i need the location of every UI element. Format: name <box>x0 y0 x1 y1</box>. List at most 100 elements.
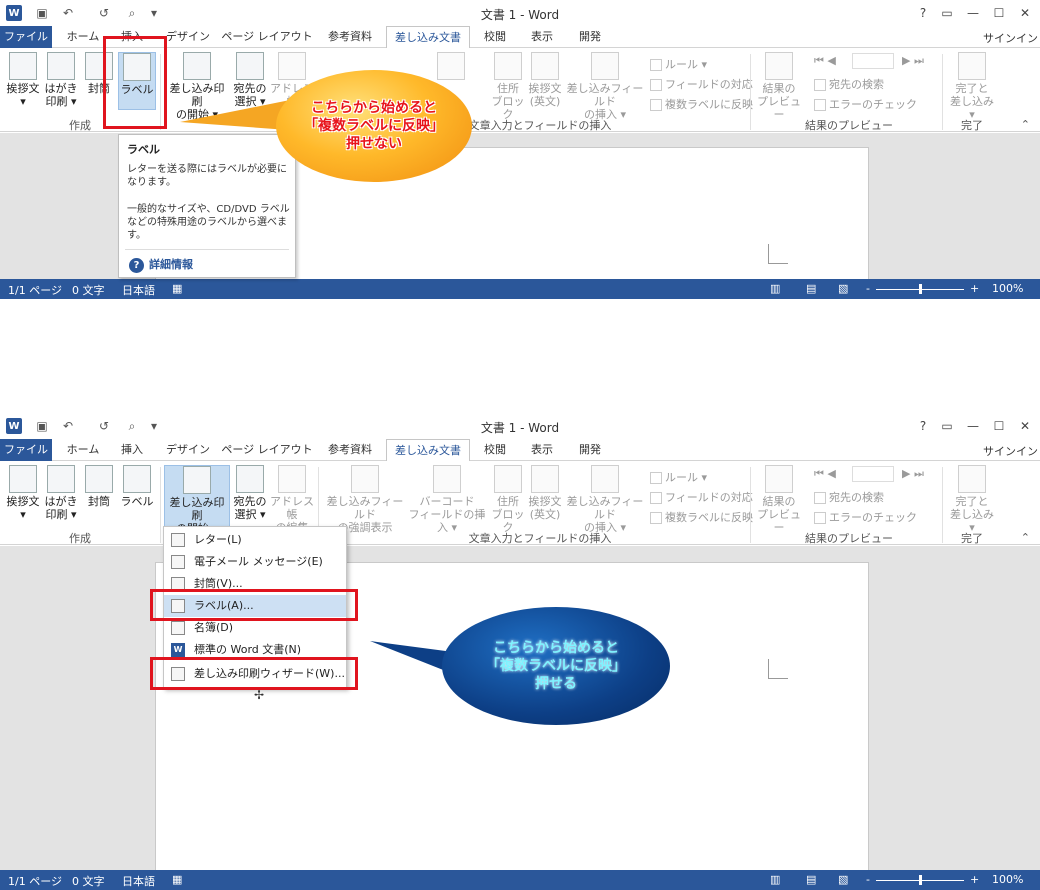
tab-view[interactable]: 表示 <box>520 26 564 48</box>
record-number-input[interactable] <box>852 53 894 69</box>
tab-references[interactable]: 参考資料 <box>318 26 382 48</box>
tab-home[interactable]: ホーム <box>58 26 108 48</box>
label-icon <box>123 465 151 493</box>
tab-design[interactable]: デザイン <box>160 26 216 48</box>
language[interactable]: 日本語 <box>122 282 155 298</box>
word-count[interactable]: 0 文字 <box>72 282 105 298</box>
maximize-button[interactable]: ☐ <box>988 4 1010 22</box>
macro-icon[interactable]: ▦ <box>172 282 182 295</box>
record-nav[interactable]: ⏮ ◀ <box>814 54 836 68</box>
language[interactable]: 日本語 <box>122 873 155 889</box>
record-nav[interactable]: ⏮ ◀ <box>814 467 836 481</box>
tab-review[interactable]: 校閲 <box>474 439 516 461</box>
record-nav-next[interactable]: ▶ ⏭ <box>902 467 924 481</box>
rules-button[interactable]: ルール ▾ <box>650 469 707 485</box>
collapse-ribbon-icon[interactable]: ⌃ <box>1021 531 1030 544</box>
greeting-button[interactable]: 挨拶文 ▾ <box>4 465 42 521</box>
match-fields-button[interactable]: フィールドの対応 <box>650 76 753 92</box>
zoom-level[interactable]: 100% <box>992 282 1023 295</box>
zoom-level[interactable]: 100% <box>992 873 1023 886</box>
tab-file[interactable]: ファイル <box>0 439 52 461</box>
web-layout-icon[interactable]: ▧ <box>838 282 848 295</box>
word-count[interactable]: 0 文字 <box>72 873 105 889</box>
insert-field-button[interactable]: 差し込みフィールド の挿入 ▾ <box>564 52 646 121</box>
status-bar: 1/1 ページ 0 文字 日本語 ▦ ▥ ▤ ▧ - + 100% <box>0 870 1040 890</box>
update-labels-button[interactable]: 複数ラベルに反映 <box>650 509 753 525</box>
zoom-out-button[interactable]: - <box>866 873 870 886</box>
help-button[interactable]: ? <box>912 417 934 435</box>
preview-results-button[interactable]: 結果の プレビュー <box>756 465 802 534</box>
ribbon-options-button[interactable]: ▭ <box>936 417 958 435</box>
greeting-button[interactable]: 挨拶文 ▾ <box>4 52 42 108</box>
tooltip-help-link[interactable]: ? 詳細情報 <box>129 256 193 273</box>
barcode-button[interactable] <box>424 52 478 82</box>
page-count[interactable]: 1/1 ページ <box>8 282 62 298</box>
close-button[interactable]: ✕ <box>1014 417 1036 435</box>
maximize-button[interactable]: ☐ <box>988 417 1010 435</box>
record-number-input[interactable] <box>852 466 894 482</box>
zoom-slider-thumb[interactable] <box>919 284 922 294</box>
tab-mailings[interactable]: 差し込み文書 <box>386 26 470 49</box>
tab-design[interactable]: デザイン <box>160 439 216 461</box>
check-errors-button[interactable]: エラーのチェック <box>814 96 917 112</box>
tab-review[interactable]: 校閲 <box>474 26 516 48</box>
edit-address-button[interactable]: アドレス帳の編集 <box>270 465 314 534</box>
record-nav-next[interactable]: ▶ ⏭ <box>902 54 924 68</box>
match-fields-button[interactable]: フィールドの対応 <box>650 489 753 505</box>
preview-results-button[interactable]: 結果の プレビュー <box>756 52 802 121</box>
barcode-button[interactable]: バーコード フィールドの挿入 ▾ <box>406 465 488 534</box>
tab-mailings[interactable]: 差し込み文書 <box>386 439 470 462</box>
tab-view[interactable]: 表示 <box>520 439 564 461</box>
postcard-button[interactable]: はがき 印刷 ▾ <box>44 465 78 521</box>
zoom-in-button[interactable]: + <box>970 873 979 886</box>
postcard-button[interactable]: はがき 印刷 ▾ <box>44 52 78 108</box>
envelope-button[interactable]: 封筒 <box>82 465 116 508</box>
find-recipient-button[interactable]: 宛先の検索 <box>814 76 884 92</box>
tab-file[interactable]: ファイル <box>0 26 52 48</box>
print-layout-icon[interactable]: ▤ <box>806 282 816 295</box>
start-merge-button[interactable]: 差し込み印刷の開始 ▾ <box>164 465 230 535</box>
tab-page-layout[interactable]: ページ レイアウト <box>220 26 314 48</box>
tab-developer[interactable]: 開発 <box>568 439 612 461</box>
help-button[interactable]: ? <box>912 4 934 22</box>
menu-item-email[interactable]: 電子メール メッセージ(E) <box>164 551 346 573</box>
page-count[interactable]: 1/1 ページ <box>8 873 62 889</box>
finish-merge-button[interactable]: 完了と 差し込み ▾ <box>946 465 998 534</box>
collapse-ribbon-icon[interactable]: ⌃ <box>1021 118 1030 131</box>
minimize-button[interactable]: — <box>962 4 984 22</box>
update-labels-button[interactable]: 複数ラベルに反映 <box>650 96 753 112</box>
macro-icon[interactable]: ▦ <box>172 873 182 886</box>
tab-page-layout[interactable]: ページ レイアウト <box>220 439 314 461</box>
zoom-in-button[interactable]: + <box>970 282 979 295</box>
web-layout-icon[interactable]: ▧ <box>838 873 848 886</box>
tab-developer[interactable]: 開発 <box>568 26 612 48</box>
print-layout-icon[interactable]: ▤ <box>806 873 816 886</box>
menu-item-letter[interactable]: レター(L) <box>164 529 346 551</box>
greeting-en-button[interactable]: 挨拶文 (英文) <box>526 465 564 521</box>
find-recipient-button[interactable]: 宛先の検索 <box>814 489 884 505</box>
tab-home[interactable]: ホーム <box>58 439 108 461</box>
highlight-fields-button[interactable]: 差し込みフィールド の強調表示 <box>322 465 408 534</box>
zoom-slider-thumb[interactable] <box>919 875 922 885</box>
zoom-out-button[interactable]: - <box>866 282 870 295</box>
label-button[interactable]: ラベル <box>118 465 156 508</box>
close-button[interactable]: ✕ <box>1014 4 1036 22</box>
label-label: ラベル <box>120 495 154 508</box>
finish-merge-button[interactable]: 完了と 差し込み ▾ <box>946 52 998 121</box>
insert-field-button[interactable]: 差し込みフィールド の挿入 ▾ <box>564 465 646 534</box>
tab-insert[interactable]: 挿入 <box>110 439 154 461</box>
read-mode-icon[interactable]: ▥ <box>770 873 780 886</box>
rules-button[interactable]: ルール ▾ <box>650 56 707 72</box>
signin-link[interactable]: サインイン <box>983 443 1038 459</box>
read-mode-icon[interactable]: ▥ <box>770 282 780 295</box>
tab-references[interactable]: 参考資料 <box>318 439 382 461</box>
greeting-en-button[interactable]: 挨拶文 (英文) <box>526 52 564 108</box>
signin-link[interactable]: サインイン <box>983 30 1038 46</box>
ribbon-options-button[interactable]: ▭ <box>936 4 958 22</box>
minimize-button[interactable]: — <box>962 417 984 435</box>
greeting-icon <box>9 52 37 80</box>
address-block-button[interactable]: 住所 ブロック <box>490 465 526 534</box>
check-errors-button[interactable]: エラーのチェック <box>814 509 917 525</box>
address-block-button[interactable]: 住所 ブロック <box>490 52 526 121</box>
select-recipients-button[interactable]: 宛先の 選択 ▾ <box>232 465 268 521</box>
